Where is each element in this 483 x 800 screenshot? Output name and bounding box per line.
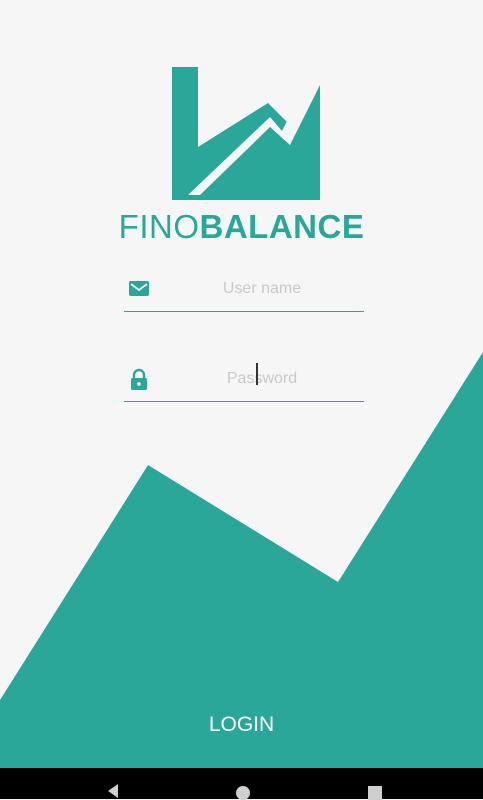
brand-name: FINOBALANCE <box>0 208 483 246</box>
back-icon[interactable] <box>98 774 128 800</box>
username-field[interactable] <box>124 272 364 312</box>
password-underline <box>124 401 364 402</box>
brand-name-light: FINO <box>118 208 200 245</box>
text-cursor <box>256 363 258 385</box>
logo-icon <box>172 65 320 200</box>
home-icon[interactable] <box>228 774 258 800</box>
login-button[interactable]: LOGIN <box>0 705 483 745</box>
lock-icon <box>131 368 147 390</box>
system-navigation-bar <box>0 768 483 800</box>
login-screen: FINOBALANCE LOGIN <box>0 0 483 800</box>
mail-icon <box>129 281 149 296</box>
username-underline <box>124 311 364 312</box>
brand-name-bold: BALANCE <box>199 208 365 245</box>
username-input[interactable] <box>160 274 364 304</box>
password-field[interactable] <box>124 362 364 402</box>
recents-icon[interactable] <box>360 774 390 800</box>
password-input[interactable] <box>160 364 364 394</box>
